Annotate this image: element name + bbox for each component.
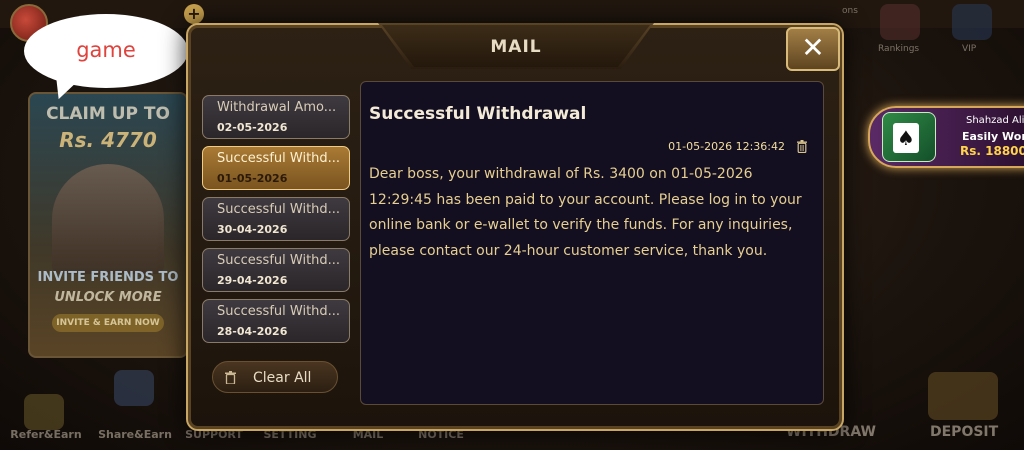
vip-icon[interactable] (952, 4, 992, 40)
mail-item-title: Successful Withd... (217, 304, 341, 319)
promo-image (52, 164, 164, 274)
mail-timestamp: 01-05-2026 12:36:42 (668, 140, 785, 153)
mail-item-title: Successful Withd... (217, 151, 341, 166)
share-earn-icon[interactable] (114, 370, 154, 406)
dialog-title: MAIL (490, 37, 542, 57)
mail-subject: Successful Withdrawal (369, 104, 587, 124)
clear-all-button[interactable]: Clear All (212, 361, 338, 393)
promo-amount: Rs. 4770 (59, 128, 157, 152)
delete-mail-icon[interactable] (797, 140, 807, 153)
mail-item-date: 01-05-2026 (217, 172, 288, 185)
promo-title: CLAIM UP TO (46, 104, 170, 124)
solitaire-game-icon: ♠ (882, 112, 936, 162)
mail-dialog: MAIL ✕ Withdrawal Amo... 02-05-2026 Succ… (186, 23, 844, 431)
mail-list-item[interactable]: Successful Withd... 30-04-2026 (202, 197, 350, 241)
winner-ticker: ♠ Shahzad Ali Easily Won Rs. 18800 (868, 106, 1024, 168)
invite-promo-banner[interactable]: CLAIM UP TO Rs. 4770 INVITE FRIENDS TO U… (28, 92, 188, 358)
top-nav-item[interactable]: ons (842, 6, 858, 16)
annotation-bubble: game (24, 14, 188, 88)
winner-name: Shahzad Ali (966, 115, 1024, 126)
winner-line: Easily Won (962, 130, 1024, 143)
nav-refer-earn[interactable]: Refer&Earn (6, 428, 86, 441)
add-balance-button[interactable]: + (184, 4, 204, 24)
close-button[interactable]: ✕ (786, 27, 840, 71)
deposit-button[interactable]: DEPOSIT (930, 424, 998, 440)
mail-list-item[interactable]: Successful Withd... 29-04-2026 (202, 248, 350, 292)
annotation-text: game (76, 38, 136, 62)
mail-item-title: Successful Withd... (217, 253, 341, 268)
mail-content-panel: Successful Withdrawal 01-05-2026 12:36:4… (360, 81, 824, 405)
deposit-chest-icon[interactable] (928, 372, 998, 420)
invite-earn-button[interactable]: INVITE & EARN NOW (52, 314, 164, 332)
mail-item-date: 28-04-2026 (217, 325, 288, 338)
promo-unlock-text: UNLOCK MORE (54, 290, 162, 305)
mail-item-title: Successful Withd... (217, 202, 341, 217)
spade-card-icon: ♠ (893, 123, 919, 153)
clear-all-label: Clear All (253, 370, 312, 386)
mail-item-title: Withdrawal Amo... (217, 100, 337, 115)
mail-body: Dear boss, your withdrawal of Rs. 3400 o… (369, 166, 802, 259)
mail-item-date: 30-04-2026 (217, 223, 288, 236)
mail-item-date: 29-04-2026 (217, 274, 288, 287)
close-icon[interactable]: ✕ (801, 31, 824, 64)
rankings-icon[interactable] (880, 4, 920, 40)
promo-invite-text: INVITE FRIENDS TO (37, 270, 179, 285)
refer-earn-icon[interactable] (24, 394, 64, 430)
mail-list-item[interactable]: Withdrawal Amo... 02-05-2026 (202, 95, 350, 139)
mail-list-item-selected[interactable]: Successful Withd... 01-05-2026 (202, 146, 350, 190)
trash-icon (225, 371, 236, 384)
mail-list: Withdrawal Amo... 02-05-2026 Successful … (202, 95, 352, 350)
mail-item-date: 02-05-2026 (217, 121, 288, 134)
mail-list-item[interactable]: Successful Withd... 28-04-2026 (202, 299, 350, 343)
winner-amount: Rs. 18800 (960, 144, 1024, 158)
nav-share-earn[interactable]: Share&Earn (95, 428, 175, 441)
mail-header: MAIL (382, 25, 650, 67)
rankings-label[interactable]: Rankings (878, 44, 919, 54)
vip-label[interactable]: VIP (962, 44, 976, 54)
